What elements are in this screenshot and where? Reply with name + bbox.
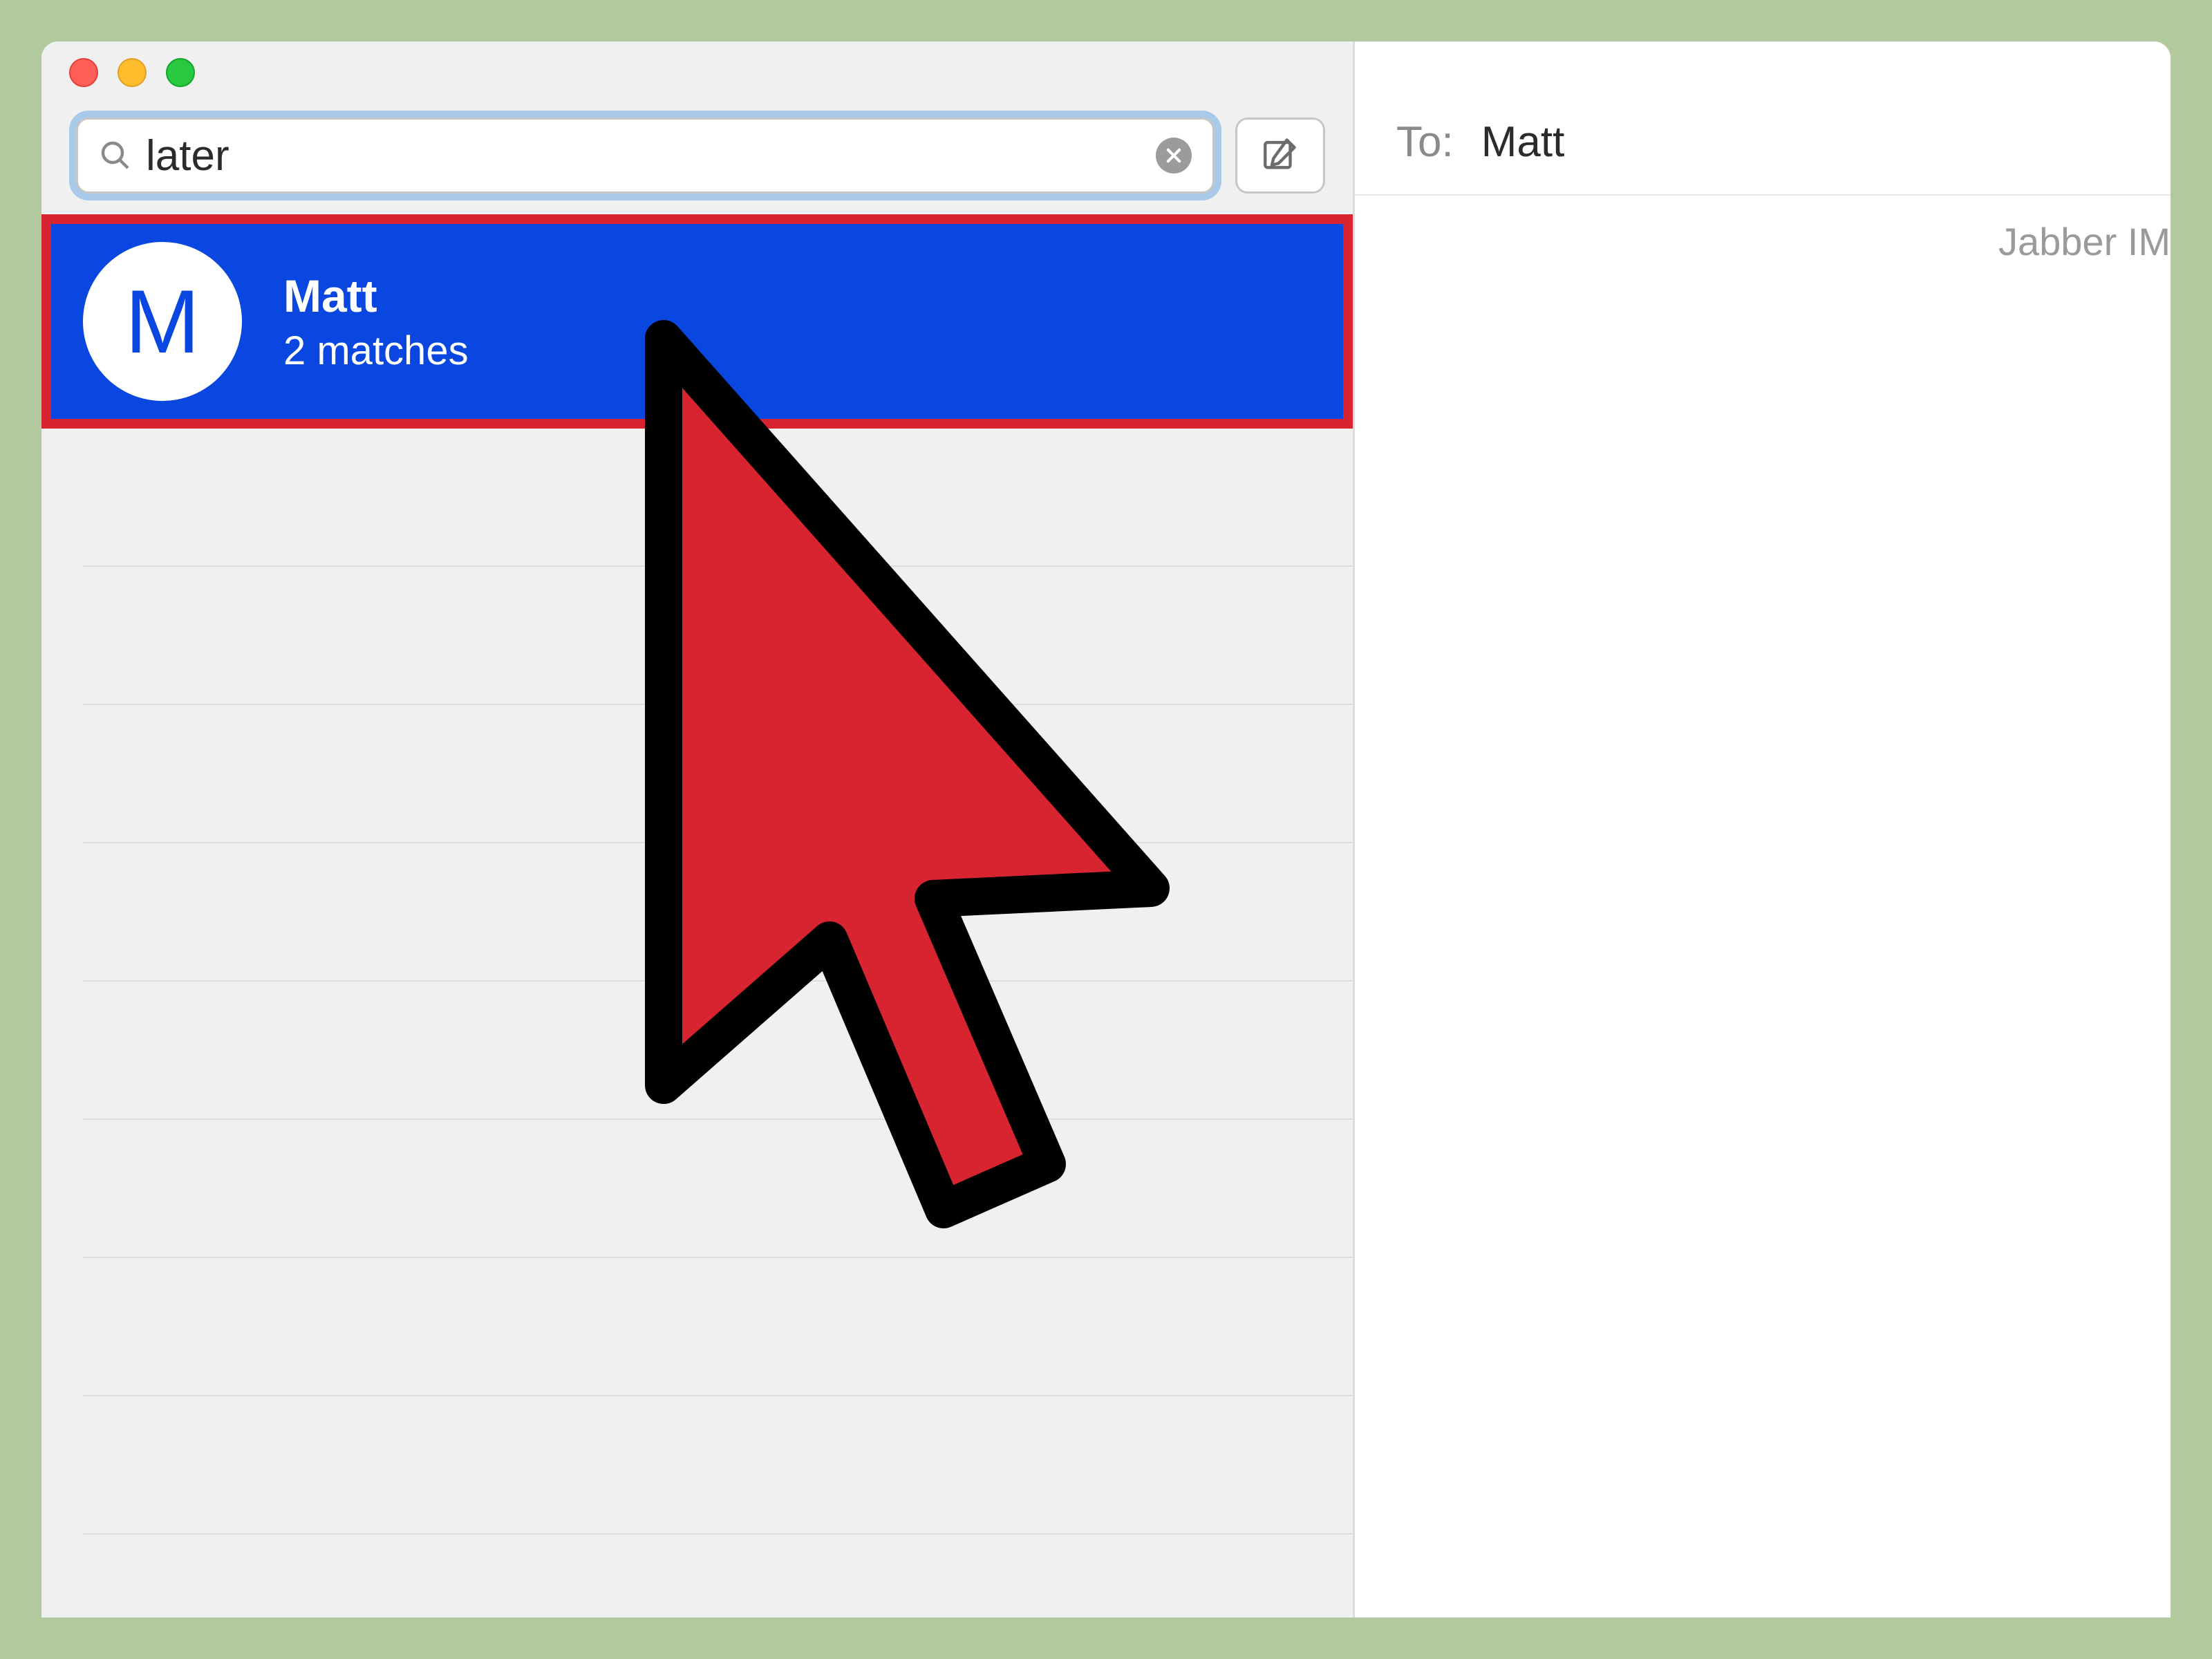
- window-titlebar: [41, 41, 1353, 104]
- search-field-wrapper[interactable]: [76, 118, 1215, 194]
- list-separator: [83, 843, 1353, 982]
- conversation-pane: To: Matt Jabber IM: [1355, 41, 2171, 1618]
- list-separator: [83, 1120, 1353, 1258]
- window-zoom-button[interactable]: [166, 58, 195, 87]
- list-separator: [83, 982, 1353, 1120]
- avatar: M: [83, 242, 242, 401]
- list-separator: [83, 1258, 1353, 1396]
- compose-button[interactable]: [1235, 118, 1325, 194]
- sidebar: M Matt 2 matches: [41, 41, 1355, 1618]
- search-icon: [99, 139, 132, 172]
- to-field-row: To: Matt: [1355, 118, 2171, 196]
- list-separator: [83, 1396, 1353, 1535]
- conversation-row[interactable]: M Matt 2 matches: [41, 214, 1353, 429]
- conversation-text: Matt 2 matches: [283, 270, 469, 374]
- search-input[interactable]: [146, 120, 1142, 191]
- list-separator: [83, 429, 1353, 567]
- app-window: M Matt 2 matches To:: [41, 41, 2171, 1618]
- service-hint: Jabber IM: [1998, 219, 2171, 264]
- list-separator: [83, 705, 1353, 843]
- window-close-button[interactable]: [69, 58, 98, 87]
- conversation-name: Matt: [283, 270, 469, 322]
- conversation-subtitle: 2 matches: [283, 328, 469, 374]
- service-hint-row: Jabber IM: [1355, 196, 2171, 288]
- window-minimize-button[interactable]: [118, 58, 147, 87]
- list-separator: [83, 567, 1353, 705]
- clear-search-button[interactable]: [1156, 138, 1192, 174]
- avatar-initial: M: [125, 270, 200, 373]
- toolbar: [41, 104, 1353, 214]
- to-label: To:: [1396, 118, 1454, 167]
- compose-icon: [1260, 134, 1300, 178]
- to-value: Matt: [1481, 118, 1565, 167]
- conversation-list: M Matt 2 matches: [41, 214, 1353, 1618]
